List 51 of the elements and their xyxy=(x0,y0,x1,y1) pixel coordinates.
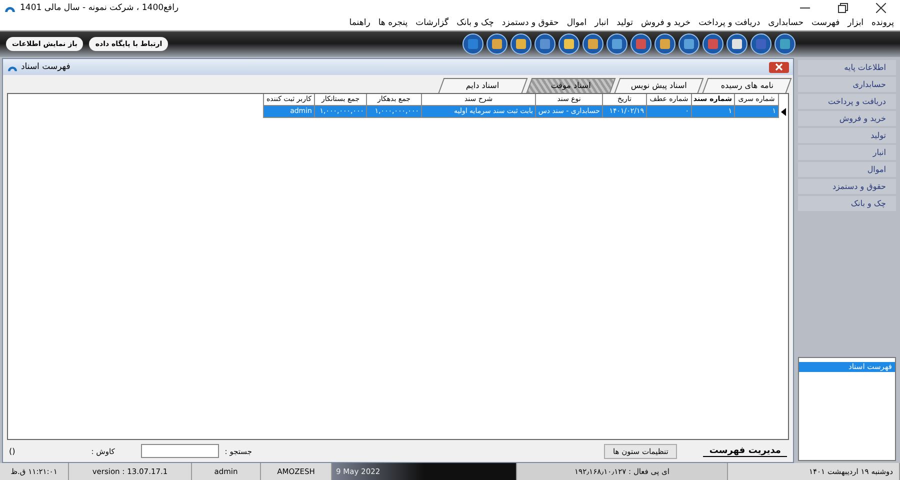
tab[interactable]: اسناد موقت xyxy=(526,78,616,93)
round-toolbar-icon[interactable] xyxy=(678,32,700,54)
document-window-title: فهرست اسناد xyxy=(21,62,70,72)
sidebar-item[interactable]: اطلاعات پایه xyxy=(798,60,896,75)
menu-item[interactable]: دریافت و پرداخت xyxy=(698,18,760,28)
round-toolbar-icon[interactable] xyxy=(654,32,676,54)
round-toolbar-icon[interactable] xyxy=(630,32,652,54)
sidebar-item[interactable]: حقوق و دستمزد xyxy=(798,179,896,194)
window-title: رافع1400 ، شرکت نمونه - سال مالی 1401 xyxy=(20,3,179,13)
round-toolbar-icon[interactable] xyxy=(774,32,796,54)
menu-item[interactable]: فهرست xyxy=(812,18,840,28)
sidebar-item[interactable]: دریافت و پرداخت xyxy=(798,94,896,109)
sidebar-item[interactable]: حسابداری xyxy=(798,77,896,92)
search-field[interactable] xyxy=(140,444,219,458)
close-icon xyxy=(775,63,783,71)
menu-item[interactable]: چک و بانک xyxy=(456,18,494,28)
menu-item[interactable]: حسابداری xyxy=(768,18,804,28)
restore-icon xyxy=(838,3,848,13)
menu-item[interactable]: اموال xyxy=(566,18,587,28)
round-toolbar-icon[interactable] xyxy=(702,32,724,54)
round-toolbar-icon[interactable] xyxy=(510,32,532,54)
menu-item[interactable]: حقوق و دستمزد xyxy=(502,18,559,28)
round-toolbar-icon[interactable] xyxy=(486,32,508,54)
sidebar-item[interactable]: خرید و فروش xyxy=(798,111,896,126)
round-toolbar-icon[interactable] xyxy=(534,32,556,54)
round-toolbar-icon[interactable] xyxy=(582,32,604,54)
round-toolbar-icon[interactable] xyxy=(558,32,580,54)
sidebar-item[interactable]: اموال xyxy=(798,162,896,177)
round-toolbar-icon[interactable] xyxy=(462,32,484,54)
menu-item[interactable]: تولید xyxy=(616,18,634,28)
sidebar-item[interactable]: چک و بانک xyxy=(798,196,896,211)
menu-item[interactable]: پنجره ها xyxy=(378,18,408,28)
manage-list-tab[interactable]: مدیریت فهرست xyxy=(703,446,787,456)
sidebar-item[interactable]: تولید xyxy=(798,128,896,143)
close-icon xyxy=(876,3,886,13)
menu-item[interactable]: انبار xyxy=(594,18,609,28)
sidebar-item[interactable]: انبار xyxy=(798,145,896,160)
bracket-label: () xyxy=(9,446,16,456)
tab[interactable]: نامه های رسیده xyxy=(702,78,792,93)
close-button[interactable] xyxy=(769,62,789,72)
menu-item[interactable]: پرونده xyxy=(872,18,894,28)
tab[interactable]: اسناد پیش نویس xyxy=(614,78,704,93)
menu-item[interactable]: خرید و فروش xyxy=(641,18,691,28)
tab[interactable]: اسناد دایم xyxy=(438,78,528,93)
menu-item[interactable]: گزارشات xyxy=(416,18,449,28)
row-pointer-icon xyxy=(781,108,786,116)
menu-item[interactable]: ابزار xyxy=(848,18,864,28)
round-toolbar-icon[interactable] xyxy=(606,32,628,54)
menu-item[interactable]: راهنما xyxy=(349,18,370,28)
round-toolbar-icon[interactable] xyxy=(750,32,772,54)
round-toolbar-icon[interactable] xyxy=(726,32,748,54)
